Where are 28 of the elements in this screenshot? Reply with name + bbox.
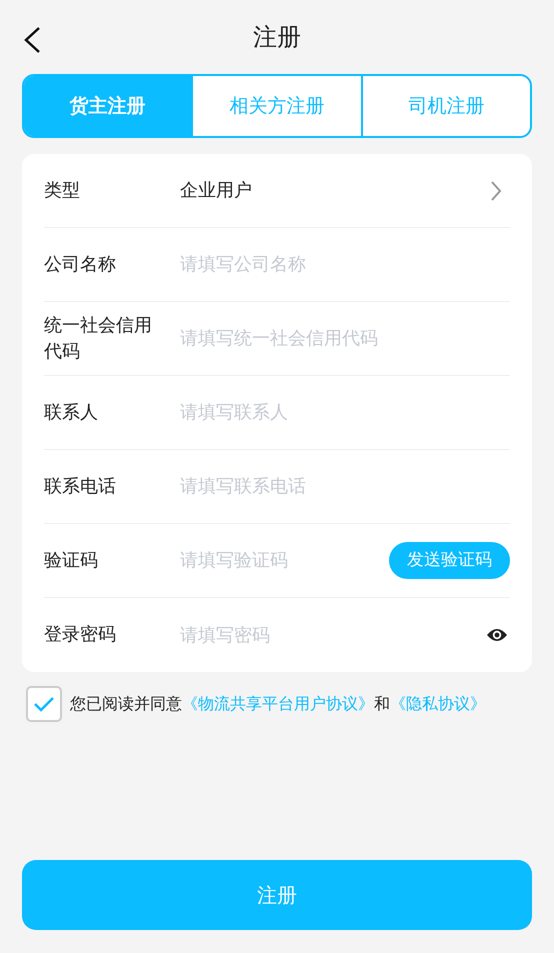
- field-label: 登录密码: [44, 623, 117, 648]
- chevron-right-icon[interactable]: [490, 180, 502, 202]
- checkmark-icon: [33, 696, 55, 712]
- field-label: 类型: [44, 178, 81, 203]
- input-field[interactable]: 请填写联系电话: [180, 473, 510, 500]
- tab[interactable]: 司机注册: [360, 76, 530, 136]
- field-label: 联系人: [44, 400, 99, 425]
- agreement-text: 您已阅读并同意《物流共享平台用户协议》和《隐私协议》: [70, 693, 486, 715]
- field-label: 联系电话: [44, 474, 117, 499]
- send-code-button[interactable]: 发送验证码: [389, 542, 510, 580]
- tab[interactable]: 相关方注册: [191, 76, 361, 136]
- input-field[interactable]: 请填写验证码: [180, 547, 389, 574]
- page-title: 注册: [253, 22, 301, 53]
- register-button[interactable]: 注册: [22, 860, 532, 930]
- field-label: 统一社会信用代码: [44, 314, 153, 364]
- select-value[interactable]: 企业用户: [180, 177, 490, 204]
- tab[interactable]: 货主注册: [24, 76, 192, 136]
- checkbox[interactable]: [26, 686, 62, 722]
- input-field[interactable]: 请填写联系人: [180, 399, 510, 426]
- input-field[interactable]: 请填写公司名称: [180, 251, 510, 278]
- input-field[interactable]: 请填写密码: [180, 622, 486, 648]
- input-field[interactable]: 请填写统一社会信用代码: [180, 325, 510, 352]
- back-icon[interactable]: [22, 26, 42, 54]
- field-label: 公司名称: [44, 252, 117, 277]
- agreement-link[interactable]: 《物流共享平台用户协议》: [182, 694, 374, 713]
- agreement-link[interactable]: 《隐私协议》: [390, 694, 486, 713]
- eye-icon[interactable]: [486, 627, 508, 643]
- field-label: 验证码: [44, 548, 99, 573]
